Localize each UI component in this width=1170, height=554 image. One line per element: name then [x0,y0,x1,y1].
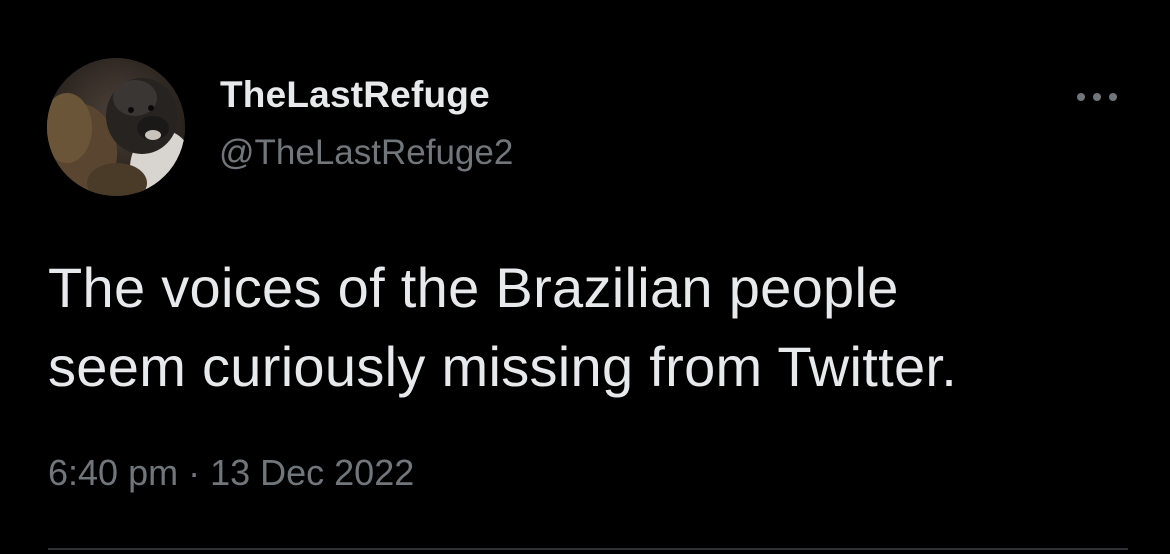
meta-separator: · [178,452,211,493]
more-options-icon [1077,93,1085,101]
tweet-date[interactable]: 13 Dec 2022 [210,452,414,493]
author-handle[interactable]: @TheLastRefuge2 [219,133,513,173]
divider [48,548,1128,550]
more-options-icon [1093,93,1101,101]
more-options-icon [1109,93,1117,101]
tweet-timestamp: 6:40 pm · 13 Dec 2022 [48,452,414,494]
avatar[interactable] [47,58,185,196]
tweet-text: The voices of the Brazilian people seem … [48,248,1138,406]
more-options-button[interactable] [1068,82,1126,112]
author-display-name[interactable]: TheLastRefuge [220,74,490,116]
tweet-time[interactable]: 6:40 pm [48,452,178,493]
tweet-card: TheLastRefuge @TheLastRefuge2 The voices… [0,0,1170,554]
tweet-text-line: seem curiously missing from Twitter. [48,335,958,398]
dog-avatar-icon [47,58,185,196]
tweet-text-line: The voices of the Brazilian people [48,256,899,319]
